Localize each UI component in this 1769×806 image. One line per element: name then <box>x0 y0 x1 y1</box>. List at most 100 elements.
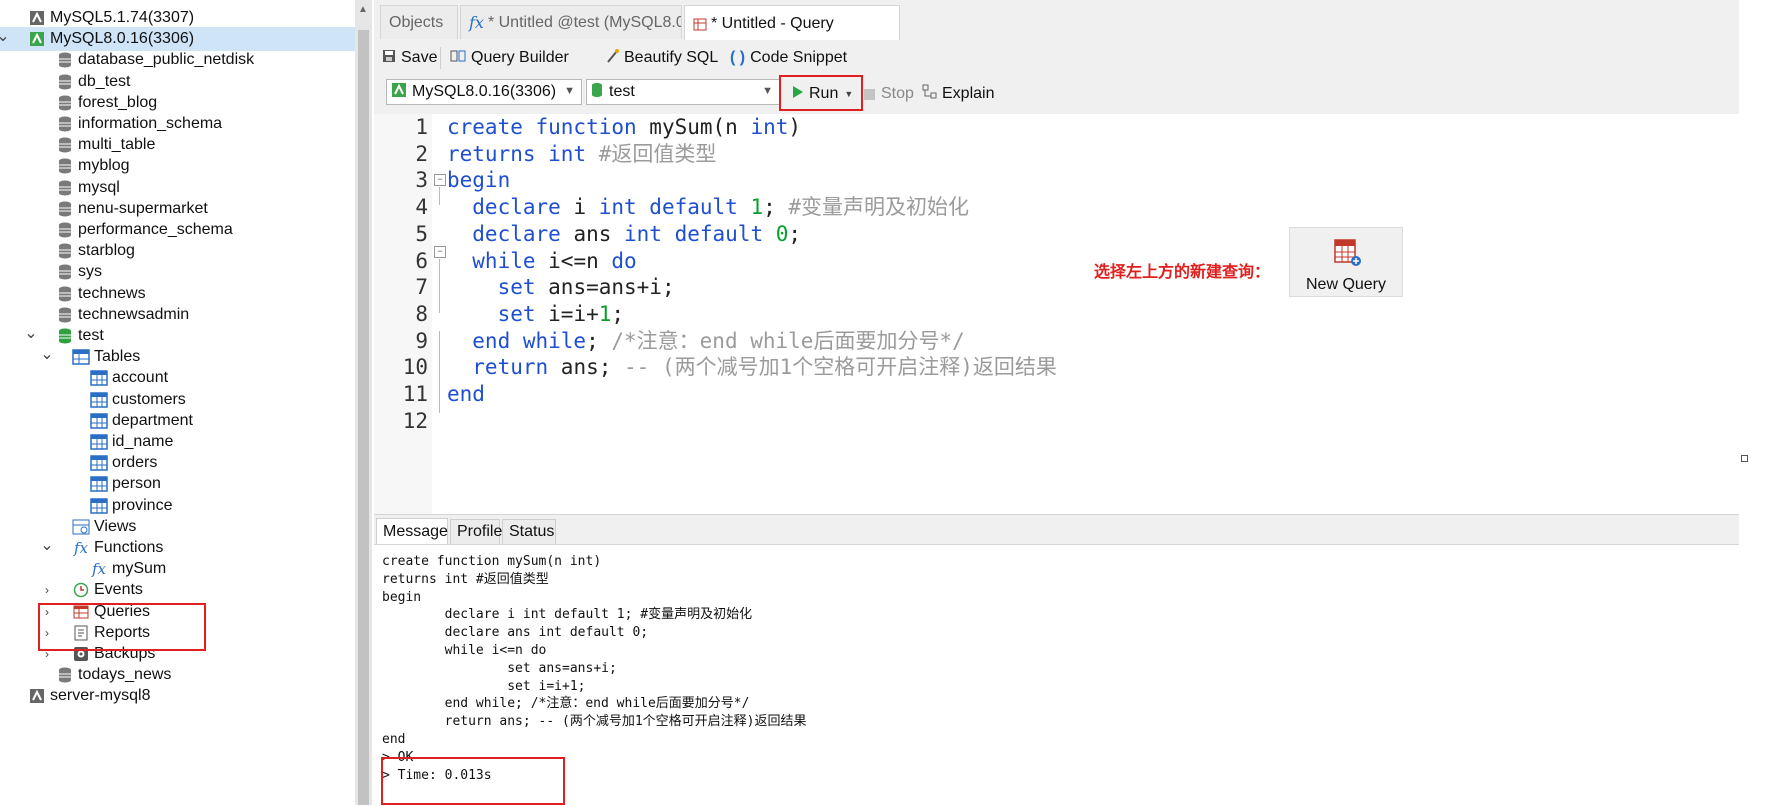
tab-label: Objects <box>389 13 444 31</box>
query-icon <box>693 17 707 31</box>
explain-icon <box>922 84 938 105</box>
tab-message[interactable]: Message <box>376 518 448 546</box>
sql-editor[interactable]: 1 2 3 4 5 6 7 8 9 10 11 12 − − create function mySu… <box>374 114 1739 514</box>
code-line: declare i int default 1; #变量声明及初始化 <box>447 194 969 220</box>
sidebar-item-server-mysql8[interactable]: server-mysql8 <box>0 684 355 708</box>
scroll-up-icon[interactable]: ▲ <box>358 4 368 15</box>
chevron-down-icon[interactable]: ⌄ <box>40 346 53 363</box>
fold-toggle[interactable]: − <box>434 174 446 186</box>
chevron-down-icon[interactable]: ⌄ <box>0 28 10 45</box>
table-icon <box>90 391 108 409</box>
sidebar-item-label: id_name <box>112 433 174 450</box>
tab-untitled-query[interactable]: * Untitled - Query <box>684 5 900 41</box>
run-toolbar: MySQL8.0.16(3306) ▼ test ▼ Run ▼ Stop Ex… <box>374 75 1739 114</box>
tab-label: Status <box>509 523 555 540</box>
function-icon: fx <box>73 539 88 557</box>
line-number: 12 <box>402 408 428 433</box>
query-builder-button[interactable]: Query Builder <box>450 44 569 72</box>
code-line: create function mySum(n int) <box>447 114 801 140</box>
sidebar-item-label: information_schema <box>78 115 223 132</box>
scroll-thumb[interactable] <box>358 30 369 805</box>
fold-guide <box>439 187 440 205</box>
sidebar-item-label: customers <box>112 390 186 408</box>
save-icon <box>382 49 396 68</box>
window-edge <box>1739 0 1769 805</box>
code-token: create function <box>447 115 650 139</box>
table-icon <box>90 433 108 451</box>
highlight-functions <box>38 603 206 651</box>
line-number: 7 <box>415 275 428 300</box>
function-icon: fx <box>91 560 106 579</box>
line-number: 8 <box>415 301 428 326</box>
chevron-right-icon[interactable]: › <box>42 583 52 597</box>
new-query-icon <box>1332 236 1362 273</box>
code-token: do <box>611 248 637 273</box>
sidebar-item-label: sys <box>78 263 102 281</box>
beautify-sql-button[interactable]: Beautify SQL <box>606 44 718 72</box>
toolbar-divider <box>440 47 441 69</box>
code-token: int default <box>624 221 776 246</box>
sidebar-item-label: mysql <box>78 178 120 196</box>
code-line: while i<=n do <box>447 248 637 274</box>
code-token: ; <box>763 195 789 220</box>
code-token: returns <box>447 141 549 166</box>
code-token: -- (两个减号加1个空格可开启注释)返回结果 <box>624 355 1057 380</box>
fold-toggle[interactable]: − <box>434 246 446 258</box>
line-number: 5 <box>415 221 428 246</box>
tab-untitled-function[interactable]: fx * Untitled @test (MySQL8.0.... <box>460 5 682 39</box>
fold-guide <box>439 259 440 313</box>
tab-bar: Objects fx * Untitled @test (MySQL8.0...… <box>374 0 1739 41</box>
sidebar-item-label: forest_blog <box>78 93 158 111</box>
sidebar-item-label: person <box>112 475 161 493</box>
database-icon <box>56 200 74 218</box>
message-line: begin <box>382 589 422 605</box>
line-number-gutter: 1 2 3 4 5 6 7 8 9 10 11 12 <box>374 114 432 514</box>
table-icon <box>90 412 108 430</box>
tab-objects[interactable]: Objects <box>380 5 458 39</box>
explain-button[interactable]: Explain <box>922 80 994 108</box>
line-number: 11 <box>402 382 428 406</box>
sidebar-item-label: todays_news <box>78 666 172 684</box>
code-token: 1 <box>598 301 612 326</box>
editor-toolbar: Save Query Builder Beautify SQL ( ) Code… <box>374 40 1739 76</box>
tab-profile[interactable]: Profile <box>450 519 503 545</box>
chevron-down-icon[interactable]: ⌄ <box>40 537 53 554</box>
save-button[interactable]: Save <box>382 44 437 72</box>
database-select[interactable]: test ▼ <box>586 79 780 105</box>
database-open-icon <box>591 82 603 103</box>
code-snippet-button[interactable]: ( ) Code Snippet <box>730 44 847 72</box>
code-token: int <box>548 141 599 166</box>
sidebar-item-label: department <box>112 411 193 429</box>
sidebar-item-label: myblog <box>78 157 130 175</box>
message-line: returns int #返回值类型 <box>382 571 549 587</box>
database-icon <box>56 179 74 197</box>
sidebar-item-label: technews <box>78 284 146 302</box>
line-number: 6 <box>415 248 428 273</box>
code-line: set ans=ans+i; <box>447 274 675 300</box>
tab-label: Message <box>383 523 448 540</box>
code-token: int default <box>598 195 751 220</box>
line-number: 9 <box>415 328 428 353</box>
code-token: begin <box>447 168 511 193</box>
stop-label: Stop <box>881 85 914 102</box>
chevron-down-icon: ▼ <box>762 85 773 97</box>
resize-handle-icon[interactable] <box>1741 455 1748 462</box>
sidebar-scrollbar[interactable]: ▲ <box>355 0 372 805</box>
tab-status[interactable]: Status <box>502 519 556 545</box>
code-line: end while; /*注意：end while后面要加分号*/ <box>447 328 964 354</box>
code-token: return <box>447 355 561 380</box>
database-icon <box>56 285 74 303</box>
tab-label: Profile <box>457 523 503 540</box>
snippet-label: Code Snippet <box>750 49 848 66</box>
table-icon <box>90 454 108 472</box>
query-builder-label: Query Builder <box>471 49 569 66</box>
connection-select[interactable]: MySQL8.0.16(3306) ▼ <box>386 79 582 105</box>
database-icon <box>56 263 74 281</box>
stop-button[interactable]: Stop <box>864 80 914 108</box>
snippet-icon: ( ) <box>730 49 746 66</box>
new-query-button[interactable]: New Query <box>1289 227 1403 297</box>
code-line: begin <box>447 167 510 193</box>
chevron-down-icon[interactable]: ⌄ <box>24 325 37 342</box>
database-icon <box>56 306 74 324</box>
events-icon <box>72 581 90 599</box>
